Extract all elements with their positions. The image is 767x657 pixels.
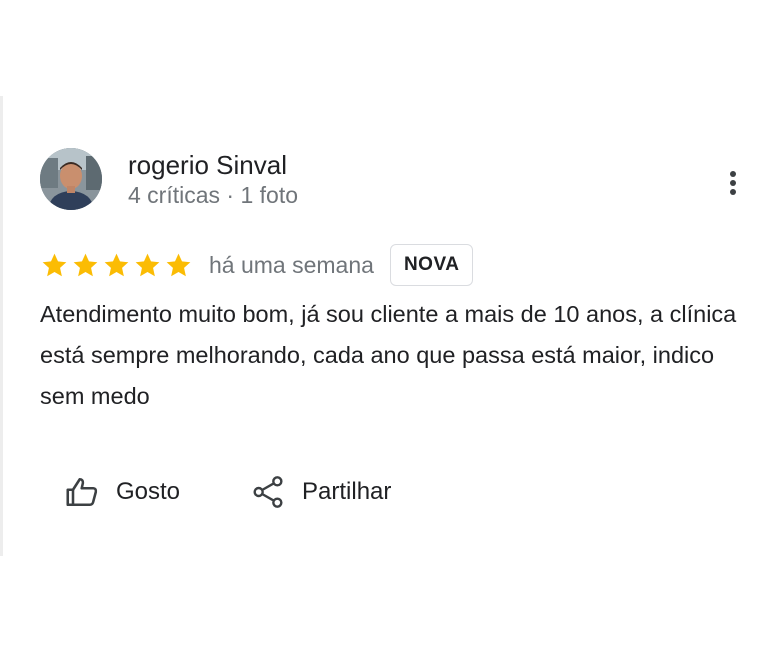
review-time: há uma semana <box>209 251 374 278</box>
star-icon <box>166 253 191 276</box>
star-icon <box>73 253 98 276</box>
star-icon <box>104 253 129 276</box>
share-icon <box>253 476 283 508</box>
thumbs-up-icon <box>66 477 98 507</box>
star-icon <box>42 253 67 276</box>
more-vert-icon <box>730 171 736 195</box>
more-options-button[interactable] <box>718 166 748 200</box>
review-header: rogerio Sinval 4 críticas · 1 foto <box>40 148 740 212</box>
star-rating <box>40 251 193 280</box>
avatar[interactable] <box>40 148 102 210</box>
share-button[interactable]: Partilhar <box>252 470 391 514</box>
like-button[interactable]: Gosto <box>64 470 180 514</box>
new-badge: NOVA <box>389 244 474 286</box>
like-label: Gosto <box>116 478 181 505</box>
rating-row: há uma semana NOVA <box>40 244 474 286</box>
share-label: Partilhar <box>302 478 392 505</box>
review-text: Atendimento muito bom, já sou cliente a … <box>40 301 737 409</box>
star-icon <box>135 253 160 276</box>
author-name[interactable]: rogerio Sinval <box>128 150 298 180</box>
review-frame: rogerio Sinval 4 críticas · 1 foto há um… <box>0 0 767 657</box>
author-meta: 4 críticas · 1 foto <box>128 182 299 208</box>
author-info: rogerio Sinval 4 críticas · 1 foto <box>128 150 298 210</box>
review-actions: Gosto Partilhar <box>64 470 391 514</box>
review-card: rogerio Sinval 4 críticas · 1 foto há um… <box>0 0 767 657</box>
